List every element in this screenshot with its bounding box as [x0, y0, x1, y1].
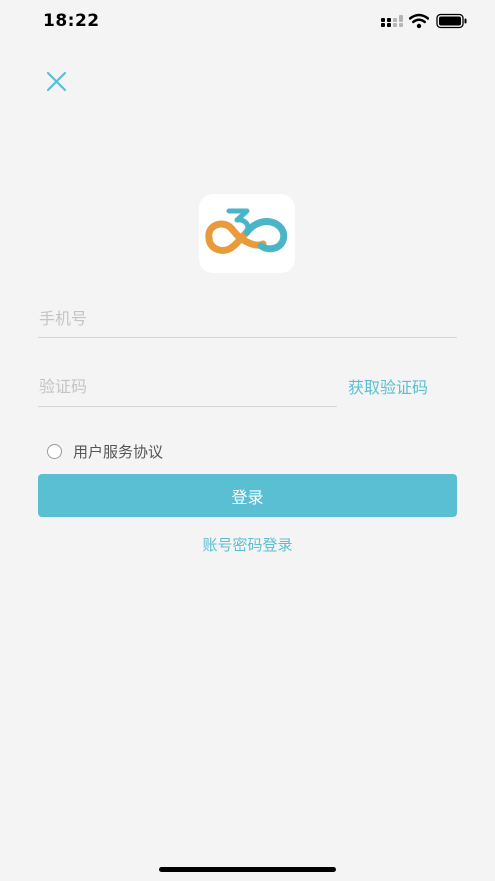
status-bar: 18:22: [0, 0, 495, 44]
login-button[interactable]: 登录: [38, 474, 457, 517]
agreement-link[interactable]: 用户服务协议: [73, 441, 163, 462]
get-verification-code-button[interactable]: 获取验证码: [348, 374, 428, 398]
app-logo-360-icon: [205, 208, 288, 254]
verification-code-input[interactable]: [38, 367, 337, 407]
close-icon: [46, 71, 67, 92]
password-login-link[interactable]: 账号密码登录: [0, 534, 495, 555]
battery-icon: [436, 13, 467, 29]
agreement-row: 用户服务协议: [47, 440, 163, 462]
agreement-checkbox[interactable]: [47, 443, 62, 459]
cellular-signal-icon: [381, 15, 403, 27]
home-indicator: [159, 867, 336, 872]
phone-number-input[interactable]: [38, 300, 457, 338]
close-button[interactable]: [44, 68, 70, 94]
status-time: 18:22: [43, 11, 100, 31]
wifi-icon: [409, 13, 429, 29]
app-logo: [199, 194, 295, 273]
